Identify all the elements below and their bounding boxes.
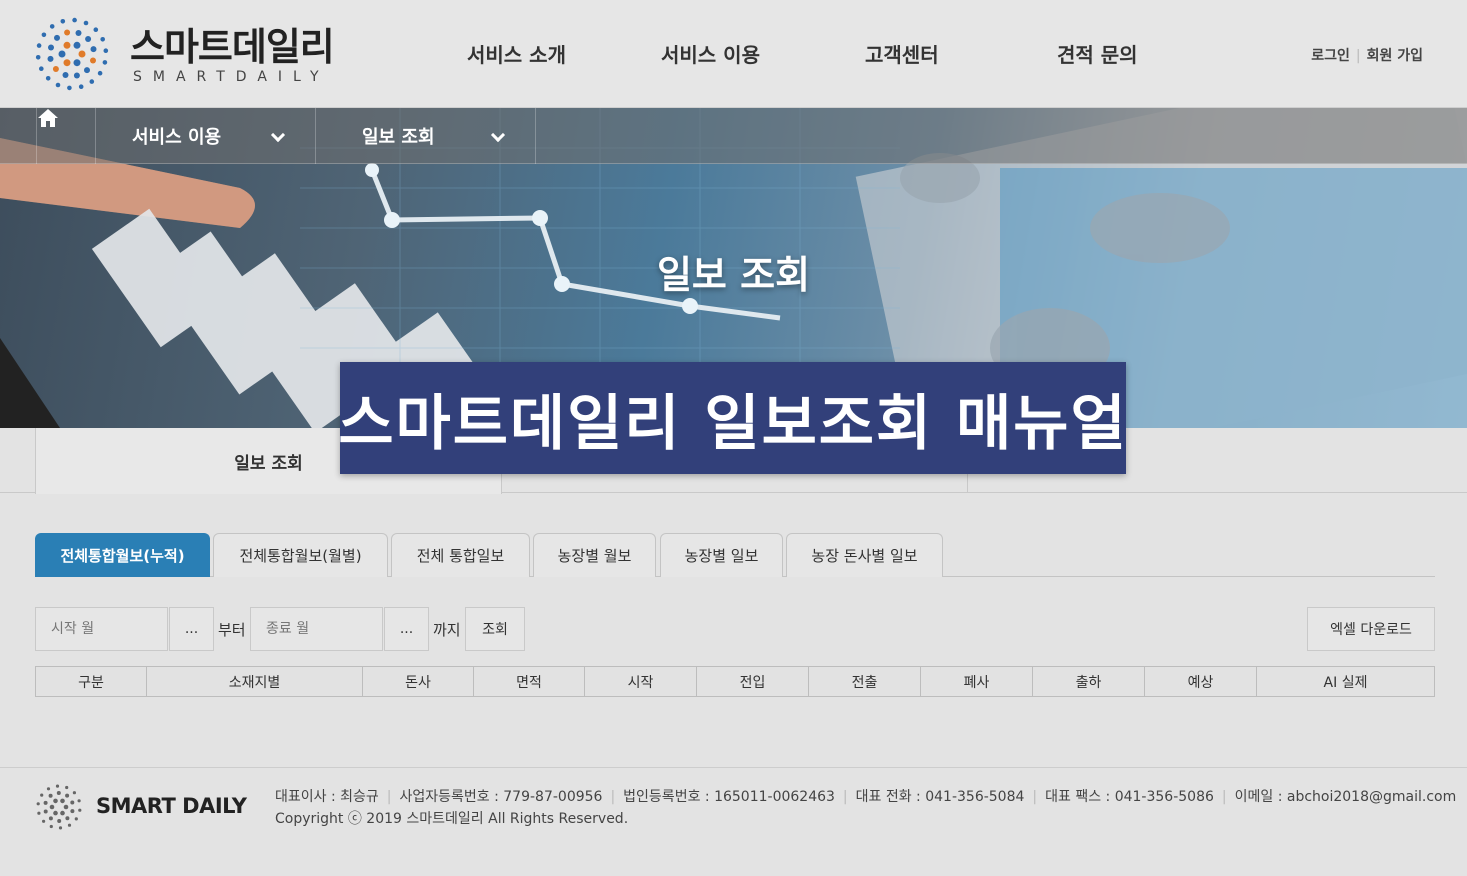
column-header: 전출 xyxy=(809,667,921,696)
nav-service-intro[interactable]: 서비스 소개 xyxy=(467,39,566,68)
column-header: 예상 xyxy=(1145,667,1257,696)
filter-bar: ... 부터 ... 까지 조회 엑셀 다운로드 xyxy=(0,607,1467,651)
tab-label: 일보 조회 xyxy=(234,453,303,474)
site-header: 스마트데일리 SMARTDAILY 서비스 소개 서비스 이용 고객센터 견적 … xyxy=(0,0,1467,108)
to-text: 까지 xyxy=(433,621,461,639)
logo-text-kr: 스마트데일리 xyxy=(130,25,335,69)
nav-quote-inquiry[interactable]: 견적 문의 xyxy=(1057,39,1138,68)
column-header: 폐사 xyxy=(921,667,1033,696)
column-header: 돈사 xyxy=(363,667,474,696)
business-number: 사업자등록번호 : 779-87-00956 xyxy=(399,789,603,805)
report-table-header: 구분 소재지별 돈사 면적 시작 전입 전출 폐사 출하 예상 AI 실제 xyxy=(35,666,1435,697)
chevron-down-icon xyxy=(270,127,286,143)
site-footer: SMART DAILY 대표이사 : 최승규 | 사업자등록번호 : 779-87-… xyxy=(0,767,1467,876)
tab-total-monthly-cumulative[interactable]: 전체통합월보(누적) xyxy=(35,533,210,577)
login-link[interactable]: 로그인 xyxy=(1311,48,1350,64)
excel-download-button[interactable]: 엑셀 다운로드 xyxy=(1307,607,1435,651)
signup-link[interactable]: 회원 가입 xyxy=(1367,48,1423,64)
corporate-number: 법인등록번호 : 165011-0062463 xyxy=(623,789,835,805)
home-icon xyxy=(38,109,58,127)
end-month-picker-button[interactable]: ... xyxy=(384,607,429,651)
footer-logo-dots-icon xyxy=(36,784,82,830)
column-header: 면적 xyxy=(474,667,585,696)
ceo-info: 대표이사 : 최승규 xyxy=(275,789,379,805)
banner-title: 일보 조회 xyxy=(656,253,811,297)
footer-logo: SMART DAILY xyxy=(34,782,274,832)
chevron-down-icon xyxy=(490,127,506,143)
tab-farm-daily[interactable]: 농장별 일보 xyxy=(660,533,783,577)
tab-label: 농장별 월보 xyxy=(557,547,632,565)
column-header: AI 실제 xyxy=(1323,674,1368,691)
start-month-picker-button[interactable]: ... xyxy=(169,607,214,651)
nav-service-use[interactable]: 서비스 이용 xyxy=(661,39,760,68)
breadcrumb-label: 서비스 이용 xyxy=(132,127,222,148)
footer-logo-text: SMART DAILY xyxy=(96,794,247,818)
copyright: Copyright ⓒ 2019 스마트데일리 All Rights Reser… xyxy=(275,811,629,827)
column-header: 전입 xyxy=(697,667,809,696)
auth-divider: | xyxy=(1355,48,1361,64)
end-month-input[interactable] xyxy=(250,607,383,651)
column-header: 구분 xyxy=(36,667,147,696)
company-info: 대표이사 : 최승규 | 사업자등록번호 : 779-87-00956 | 법인등록번호… xyxy=(275,789,1457,805)
tab-label: 농장별 일보 xyxy=(684,547,759,565)
tab-total-monthly-by-month[interactable]: 전체통합월보(월별) xyxy=(213,533,388,577)
fax-info: 대표 팩스 : 041-356-5086 xyxy=(1045,789,1214,805)
column-header: 소재지별 xyxy=(147,667,363,696)
start-month-input[interactable] xyxy=(35,607,168,651)
tab-label: 전체통합월보(월별) xyxy=(239,547,362,565)
tab-farm-monthly[interactable]: 농장별 월보 xyxy=(533,533,656,577)
phone-info: 대표 전화 : 041-356-5084 xyxy=(855,789,1025,805)
report-tabs: 전체통합월보(누적) 전체통합월보(월별) 전체 통합일보 농장별 월보 농장별… xyxy=(35,533,1435,577)
tab-label: 전체통합월보(누적) xyxy=(60,547,185,565)
tab-farm-house-daily[interactable]: 농장 돈사별 일보 xyxy=(786,533,943,577)
from-text: 부터 xyxy=(218,621,246,639)
manual-title-overlay: 스마트데일리 일보조회 매뉴얼 xyxy=(338,362,1126,474)
tab-total-daily[interactable]: 전체 통합일보 xyxy=(391,533,530,577)
breadcrumb-label: 일보 조회 xyxy=(362,127,435,148)
auth-links: 로그인 | 회원 가입 xyxy=(1311,45,1423,65)
logo-text-en: SMARTDAILY xyxy=(133,69,330,85)
logo[interactable]: 스마트데일리 SMARTDAILY xyxy=(32,14,335,94)
column-header: 시작 xyxy=(585,667,697,696)
tab-label: 농장 돈사별 일보 xyxy=(811,547,918,565)
logo-dots-icon xyxy=(35,17,109,91)
breadcrumb-service-use[interactable]: 서비스 이용 xyxy=(96,108,316,164)
breadcrumb: 서비스 이용 일보 조회 xyxy=(0,108,1467,164)
search-button[interactable]: 조회 xyxy=(465,607,525,651)
breadcrumb-daily-report[interactable]: 일보 조회 xyxy=(316,108,536,164)
tab-label: 전체 통합일보 xyxy=(416,547,505,565)
email-info: 이메일 : abchoi2018@gmail.com xyxy=(1234,789,1457,805)
column-header: 출하 xyxy=(1033,667,1145,696)
nav-customer-center[interactable]: 고객센터 xyxy=(865,39,939,68)
breadcrumb-home[interactable] xyxy=(36,108,96,164)
